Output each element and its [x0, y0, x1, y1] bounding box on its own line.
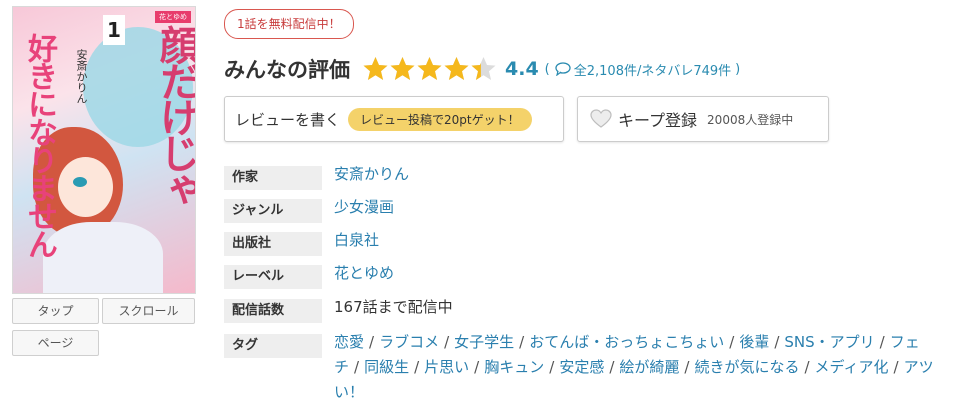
review-bonus-pill: レビュー投稿で20ptゲット！	[348, 107, 532, 131]
heart-icon	[590, 109, 612, 128]
info-label-author: 作家	[224, 166, 322, 190]
tag-list: 恋愛 / ラブコメ / 女子学生 / おてんば・おっちょこちょい / 後輩 / SNS・アプリ / フェ…	[334, 330, 934, 405]
write-review-button[interactable]: レビューを書く レビュー投稿で20ptゲット！	[224, 96, 564, 142]
author-link[interactable]: 安斎かりん	[334, 162, 409, 186]
keep-register-button[interactable]: キープ登録 20008人登録中	[577, 96, 829, 142]
tag-separator: /	[729, 333, 735, 351]
info-label-episodes: 配信話数	[224, 299, 322, 323]
label-link[interactable]: 花とゆめ	[334, 261, 394, 285]
tag-separator: /	[804, 358, 810, 376]
tag-separator: /	[354, 358, 360, 376]
genre-link[interactable]: 少女漫画	[334, 195, 394, 219]
comic-cover-image[interactable]: 好きになりません 顔だけじゃ 1 安斎かりん 花とゆめ	[12, 6, 196, 294]
keep-register-label: キープ登録	[618, 111, 698, 130]
info-label-label: レーベル	[224, 265, 322, 289]
tag-separator: /	[684, 358, 690, 376]
tag-link[interactable]: 胸キュン	[484, 358, 544, 376]
publisher-link[interactable]: 白泉社	[334, 228, 379, 252]
tag-link[interactable]: 安定感	[559, 358, 604, 376]
tag-separator: /	[474, 358, 480, 376]
tag-separator: /	[519, 333, 525, 351]
write-review-label: レビューを書く	[235, 110, 341, 129]
view-mode-page-button[interactable]: ページ	[12, 330, 99, 356]
cover-art-eye	[73, 177, 87, 187]
tag-link[interactable]: 続きが気になる	[694, 358, 799, 376]
star-icon	[390, 57, 415, 80]
tag-link[interactable]: 絵が綺麗	[619, 358, 679, 376]
rating-summary: みんなの評価 4.4 ( 全2,108件/ネタバレ749件 )	[224, 52, 740, 86]
tag-link[interactable]: メディア化	[815, 358, 889, 376]
info-label-genre: ジャンル	[224, 199, 322, 223]
tag-separator: /	[369, 333, 375, 351]
cover-art-face	[58, 157, 113, 217]
free-episode-badge: 1話を無料配信中！	[224, 9, 354, 39]
cover-title-left: 好きになりません	[22, 33, 57, 257]
tag-link[interactable]: 後輩	[739, 333, 769, 351]
tag-separator: /	[549, 358, 555, 376]
tag-link[interactable]: 女子学生	[454, 333, 514, 351]
tag-link[interactable]: 片思い	[424, 358, 469, 376]
star-icon	[417, 57, 442, 80]
cover-title-right: 顔だけじゃ	[153, 25, 196, 205]
review-count[interactable]: ( 全2,108件/ネタバレ749件 )	[545, 60, 741, 79]
star-rating	[362, 56, 497, 82]
keep-register-count: 20008人登録中	[707, 112, 794, 127]
star-icon	[363, 57, 388, 80]
info-label-tags: タグ	[224, 334, 322, 358]
tag-link[interactable]: 同級生	[364, 358, 409, 376]
rating-title: みんなの評価	[224, 58, 350, 82]
cover-author: 安斎かりん	[75, 49, 88, 104]
cover-art-dress	[43, 222, 163, 293]
tag-separator: /	[414, 358, 420, 376]
tag-separator: /	[444, 333, 450, 351]
cover-volume-number: 1	[103, 15, 125, 45]
tag-separator: /	[609, 358, 615, 376]
review-count-open-paren: (	[544, 61, 550, 77]
star-icon	[444, 57, 469, 80]
tag-link[interactable]: おてんば・おっちょこちょい	[529, 333, 724, 351]
tag-separator: /	[774, 333, 780, 351]
episodes-value: 167話まで配信中	[334, 298, 453, 316]
tag-separator: /	[893, 358, 899, 376]
tag-link[interactable]: SNS・アプリ	[784, 333, 874, 351]
view-mode-tap-button[interactable]: タップ	[12, 298, 99, 324]
review-count-close-paren: )	[735, 61, 741, 77]
tag-link[interactable]: ラブコメ	[379, 333, 439, 351]
tag-separator: /	[879, 333, 885, 351]
info-label-publisher: 出版社	[224, 232, 322, 256]
rating-score: 4.4	[505, 58, 539, 80]
cover-label-logo: 花とゆめ	[155, 11, 191, 23]
star-icon	[471, 57, 496, 80]
tag-link[interactable]: 恋愛	[334, 333, 364, 351]
review-count-text: 全2,108件/ネタバレ749件	[573, 63, 732, 79]
speech-bubble-icon	[555, 62, 571, 76]
view-mode-scroll-button[interactable]: スクロール	[102, 298, 195, 324]
